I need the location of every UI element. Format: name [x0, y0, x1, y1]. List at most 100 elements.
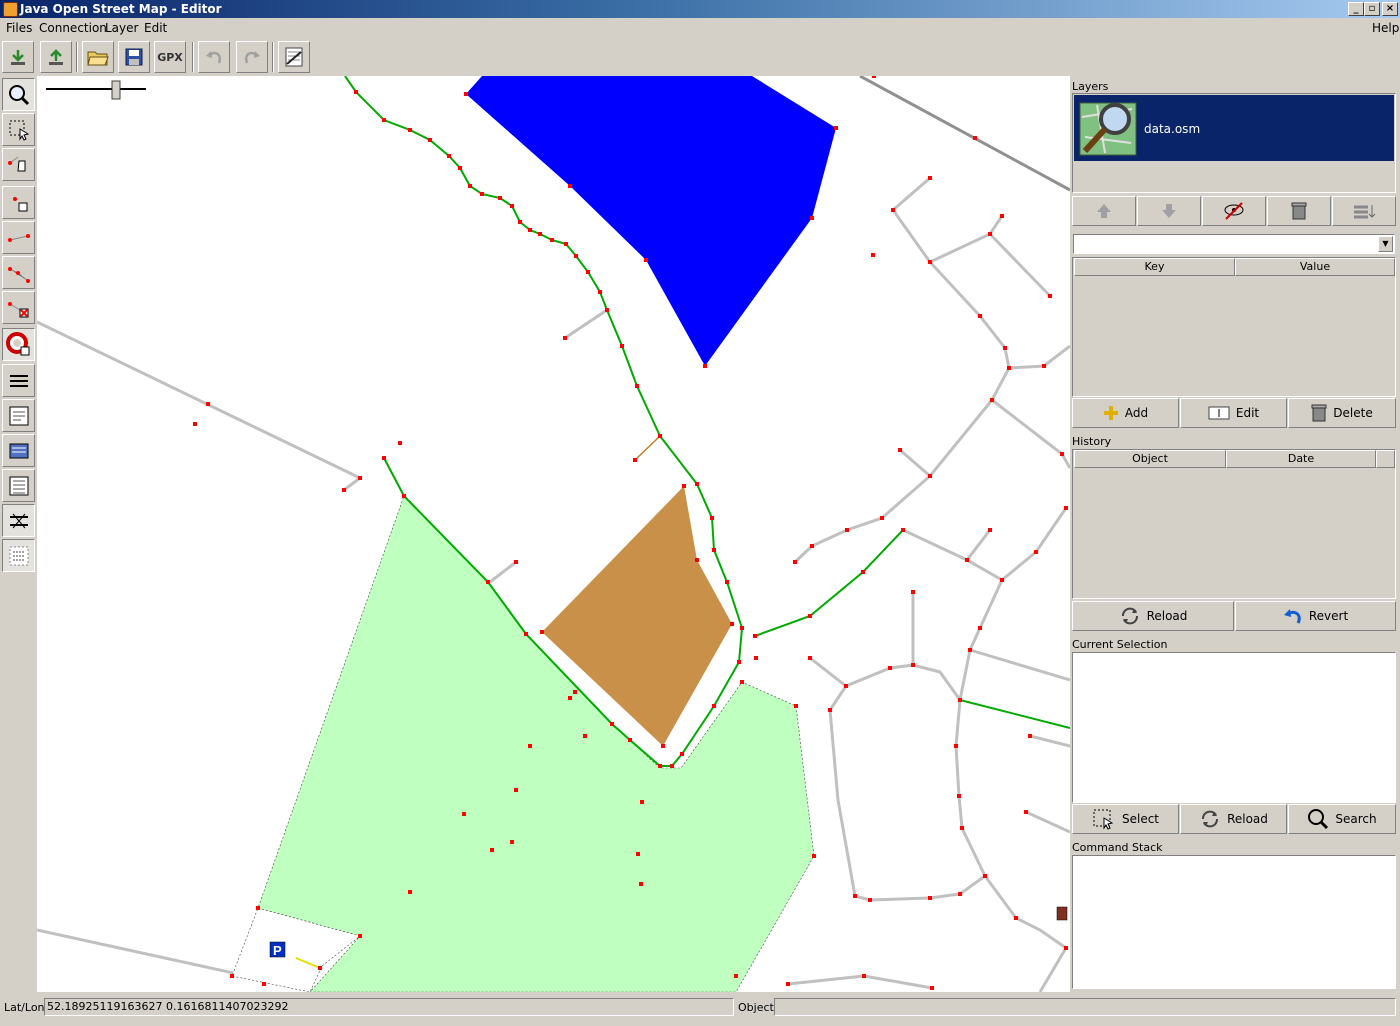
map-node[interactable]	[382, 456, 386, 460]
history-revert-button[interactable]: Revert	[1235, 601, 1396, 631]
menu-edit[interactable]: Edit	[144, 21, 167, 35]
map-node[interactable]	[682, 484, 686, 488]
map-node[interactable]	[786, 982, 790, 986]
parking-icon[interactable]: P	[269, 941, 286, 958]
map-node[interactable]	[868, 898, 872, 902]
map-node[interactable]	[730, 622, 734, 626]
map-node[interactable]	[1042, 364, 1046, 368]
map-view[interactable]: P	[37, 76, 1070, 992]
map-node[interactable]	[639, 882, 643, 886]
properties-toggle-button[interactable]	[2, 399, 35, 432]
map-node[interactable]	[402, 494, 406, 498]
map-node[interactable]	[808, 656, 812, 660]
map-node[interactable]	[930, 986, 934, 990]
map-node[interactable]	[262, 982, 266, 986]
key-column-header[interactable]: Key	[1074, 258, 1235, 276]
map-node[interactable]	[358, 476, 362, 480]
save-button[interactable]	[118, 41, 150, 73]
map-node[interactable]	[853, 894, 857, 898]
map-node[interactable]	[563, 336, 567, 340]
selection-list[interactable]	[1072, 652, 1396, 803]
property-combo[interactable]: ▼	[1073, 234, 1395, 254]
map-node[interactable]	[828, 708, 832, 712]
map-node[interactable]	[983, 874, 987, 878]
map-node[interactable]	[901, 528, 905, 532]
map-node[interactable]	[193, 422, 197, 426]
value-column-header[interactable]: Value	[1235, 258, 1395, 276]
map-node[interactable]	[861, 570, 865, 574]
map-node[interactable]	[408, 890, 412, 894]
map-node[interactable]	[635, 384, 639, 388]
map-node[interactable]	[712, 548, 716, 552]
map-node[interactable]	[958, 892, 962, 896]
map-node[interactable]	[514, 560, 518, 564]
map-node[interactable]	[490, 848, 494, 852]
map-node[interactable]	[958, 698, 962, 702]
map-node[interactable]	[670, 764, 674, 768]
open-button[interactable]	[82, 41, 114, 73]
map-node[interactable]	[911, 590, 915, 594]
edit-property-button[interactable]: Edit	[1180, 398, 1287, 428]
map-node[interactable]	[845, 528, 849, 532]
map-node[interactable]	[462, 812, 466, 816]
map-node[interactable]	[428, 138, 432, 142]
map-node[interactable]	[464, 92, 468, 96]
map-node[interactable]	[468, 184, 472, 188]
map-node[interactable]	[633, 458, 637, 462]
map-node[interactable]	[710, 516, 714, 520]
selection-select-button[interactable]: Select	[1072, 804, 1179, 834]
map-node[interactable]	[658, 764, 662, 768]
map-node[interactable]	[1000, 578, 1004, 582]
map-node[interactable]	[540, 630, 544, 634]
map-node[interactable]	[954, 744, 958, 748]
map-node[interactable]	[725, 580, 729, 584]
map-node[interactable]	[408, 128, 412, 132]
map-node[interactable]	[318, 966, 322, 970]
map-node[interactable]	[206, 402, 210, 406]
map-node[interactable]	[354, 90, 358, 94]
map-node[interactable]	[968, 648, 972, 652]
map-node[interactable]	[834, 126, 838, 130]
map-node[interactable]	[447, 154, 451, 158]
map-node[interactable]	[1064, 946, 1068, 950]
map-node[interactable]	[358, 934, 362, 938]
map-node[interactable]	[640, 800, 644, 804]
undo-button[interactable]	[198, 41, 230, 73]
menu-layer[interactable]: Layer	[105, 21, 138, 35]
map-node[interactable]	[888, 666, 892, 670]
map-node[interactable]	[872, 76, 876, 78]
map-node[interactable]	[1064, 506, 1068, 510]
selection-list-toggle-button[interactable]	[2, 469, 35, 502]
map-node[interactable]	[568, 696, 572, 700]
map-node[interactable]	[965, 558, 969, 562]
menu-connection[interactable]: Connection	[39, 21, 107, 35]
map-node[interactable]	[753, 634, 757, 638]
map-node[interactable]	[810, 216, 814, 220]
map-node[interactable]	[538, 232, 542, 236]
map-node[interactable]	[382, 118, 386, 122]
object-column-header[interactable]: Object	[1074, 450, 1226, 468]
map-node[interactable]	[712, 704, 716, 708]
map-node[interactable]	[658, 434, 662, 438]
map-node[interactable]	[740, 680, 744, 684]
layer-delete-button[interactable]	[1267, 196, 1331, 226]
map-node[interactable]	[480, 192, 484, 196]
map-node[interactable]	[610, 722, 614, 726]
map-node[interactable]	[1007, 366, 1011, 370]
chevron-down-icon[interactable]: ▼	[1378, 236, 1393, 252]
zoom-slider[interactable]	[46, 80, 146, 100]
map-node[interactable]	[973, 136, 977, 140]
map-node[interactable]	[568, 184, 572, 188]
map-node[interactable]	[514, 788, 518, 792]
map-node[interactable]	[1003, 346, 1007, 350]
map-node[interactable]	[498, 196, 502, 200]
map-node[interactable]	[583, 734, 587, 738]
select-tool-button[interactable]	[2, 113, 35, 146]
map-node[interactable]	[960, 826, 964, 830]
map-node[interactable]	[928, 474, 932, 478]
map-node[interactable]	[550, 238, 554, 242]
map-node[interactable]	[573, 690, 577, 694]
map-node[interactable]	[793, 560, 797, 564]
map-node[interactable]	[978, 626, 982, 630]
command-stack-toggle-button[interactable]	[2, 539, 35, 572]
